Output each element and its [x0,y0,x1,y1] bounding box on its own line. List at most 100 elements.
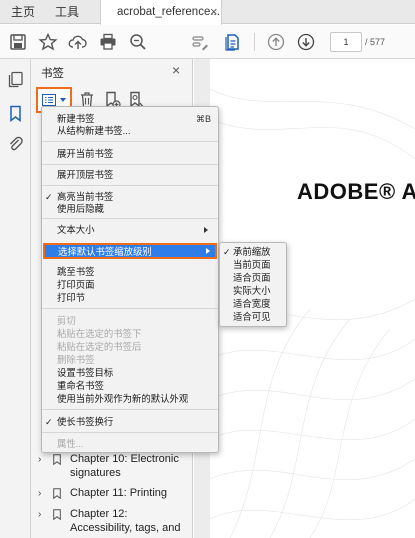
menu-item-new-from-structure[interactable]: 从结构新建书签... [42,125,218,137]
submenu-item-actual-size[interactable]: 实际大小 [220,285,286,297]
panel-title: 书签 [41,68,64,80]
menu-separator [42,164,218,165]
search-zoom-icon[interactable] [128,32,148,52]
menu-item-print-section[interactable]: 打印节 [42,292,218,304]
bookmark-options-menu: 新建书签 ⌘B 从结构新建书签... 展开当前书签 展开顶层书签 ✓ 高亮当前书… [41,106,219,453]
menu-item-print-pages[interactable]: 打印页面 [42,279,218,291]
menu-separator [42,432,218,433]
menu-item-label: 适合页面 [233,272,271,283]
menu-item-label: 使用后隐藏 [57,203,104,214]
submenu-arrow-icon [206,248,210,254]
chevron-down-icon [60,98,66,102]
menu-item-label: 从结构新建书签... [57,125,131,136]
menu-separator [42,141,218,142]
menu-item-paste-under: 粘贴在选定的书签下 [42,328,218,340]
menu-item-label: 粘贴在选定的书签下 [57,328,142,339]
menu-item-expand-current[interactable]: 展开当前书签 [42,148,218,160]
cloud-upload-icon[interactable] [68,32,88,52]
submenu-item-fit-page[interactable]: 适合页面 [220,272,286,284]
menu-item-wrap-long-bookmarks[interactable]: ✓ 使长书签换行 [42,416,218,428]
menu-item-label: 新建书签 [57,113,95,124]
menu-item-label: 使长书签换行 [57,416,114,427]
menu-item-highlight-current[interactable]: ✓ 高亮当前书签 [42,191,218,203]
menu-item-label: 删除书签 [57,354,95,365]
tab-home[interactable]: 主页 [11,0,35,24]
menu-item-label: 打印页面 [57,279,95,290]
menu-item-label: 展开顶层书签 [57,169,114,180]
menu-item-hide-after-use[interactable]: 使用后隐藏 [42,203,218,215]
menu-item-use-as-default[interactable]: 使用当前外观作为新的默认外观 [42,393,218,405]
document-title: ADOBE® AC [297,179,415,204]
page-view-icon[interactable] [222,32,242,52]
page-down-icon[interactable] [296,32,316,52]
bookmark-flag-icon [53,509,61,521]
submenu-item-fit-width[interactable]: 适合宽度 [220,298,286,310]
submenu-arrow-icon [204,227,208,233]
save-icon[interactable] [8,32,28,52]
check-icon: ✓ [45,417,53,427]
menu-separator [42,185,218,186]
submenu-item-current-page[interactable]: 当前页面 [220,259,286,271]
tab-tools[interactable]: 工具 [55,0,79,24]
options-menu-icon [42,94,56,106]
bookmark-label: Chapter 11: Printing [70,487,168,499]
menu-item-set-destination[interactable]: 设置书签目标 [42,367,218,379]
menu-item-label: 文本大小 [57,224,95,235]
menu-item-go-to-bookmark[interactable]: 跳至书签 [42,266,218,278]
navigation-rail [0,59,31,538]
menu-shortcut: ⌘B [196,114,212,124]
toolbar: 1 / 577 [0,25,415,59]
menu-item-label: 当前页面 [233,259,271,270]
submenu-item-fit-visible[interactable]: 适合可见 [220,311,286,323]
bookmark-star-icon[interactable] [38,32,58,52]
toolbar-separator [254,33,255,51]
menu-item-label: 粘贴在选定的书签后 [57,341,142,352]
menu-item-label: 设置书签目标 [57,367,114,378]
menu-item-label: 使用当前外观作为新的默认外观 [57,393,189,404]
page-total-label: / 577 [365,37,386,47]
submenu-item-inherit-zoom[interactable]: ✓ 承前缩放 [220,246,286,258]
document-tab-label: acrobat_reference... [117,6,220,18]
menu-item-label: 适合宽度 [233,298,271,309]
bookmark-label: Chapter 10: Electronic signatures [70,453,179,479]
close-tab-icon[interactable]: × [210,0,218,24]
menu-item-label: 剪切 [57,315,76,326]
menu-item-label: 跳至书签 [57,266,95,277]
menu-item-label: 适合可见 [233,311,271,322]
menu-item-delete-bookmark: 删除书签 [42,354,218,366]
check-icon: ✓ [223,247,231,257]
bookmark-flag-icon [53,488,61,500]
menu-item-rename-bookmark[interactable]: 重命名书签 [42,380,218,392]
menu-item-expand-top-level[interactable]: 展开顶层书签 [42,169,218,181]
chevron-right-icon[interactable]: › [38,453,41,467]
document-tab[interactable]: acrobat_reference... × [100,0,222,25]
menu-item-label: 选择默认书签缩放级别 [58,246,152,257]
menu-item-label: 展开当前书签 [57,148,114,159]
zoom-level-submenu: ✓ 承前缩放 当前页面 适合页面 实际大小 适合宽度 适合可见 [219,242,287,327]
page-up-icon[interactable] [266,32,286,52]
menu-item-properties: 属性... [42,438,218,450]
menu-item-label: 打印节 [57,292,86,303]
menu-item-default-zoom-level[interactable]: 选择默认书签缩放级别 [43,243,217,259]
pages-icon[interactable] [7,71,24,88]
menu-separator [42,409,218,410]
menu-item-label: 属性... [57,438,84,449]
page-number-input[interactable]: 1 [330,32,362,52]
close-panel-icon[interactable]: × [172,62,180,78]
chevron-right-icon[interactable]: › [38,487,41,501]
menu-item-paste-after: 粘贴在选定的书签后 [42,341,218,353]
bookmark-icon[interactable] [7,105,24,123]
chevron-right-icon[interactable]: › [38,508,41,522]
print-icon[interactable] [98,32,118,52]
bookmark-flag-icon [53,454,61,466]
tab-bar: 主页 工具 acrobat_reference... × [0,0,415,25]
menu-separator [42,218,218,219]
menu-item-text-size[interactable]: 文本大小 [42,224,218,236]
menu-item-label: 承前缩放 [233,246,271,257]
menu-item-new-bookmark[interactable]: 新建书签 ⌘B [42,113,218,125]
check-icon: ✓ [45,192,53,202]
menu-item-label: 重命名书签 [57,380,104,391]
edit-tool-icon[interactable] [190,32,210,52]
attachment-icon[interactable] [7,135,24,152]
bookmark-label: Chapter 12: Accessibility, tags, and [70,508,181,534]
